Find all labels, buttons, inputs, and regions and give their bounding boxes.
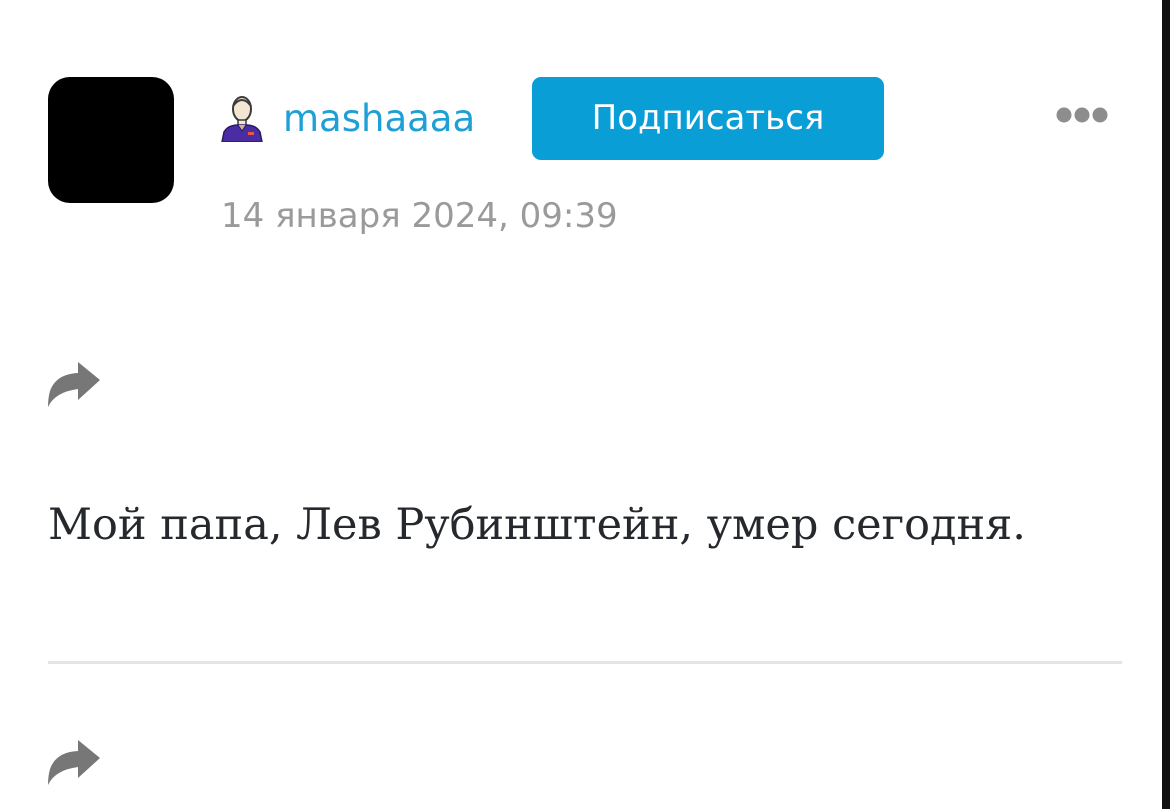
share-arrow-icon[interactable] (46, 738, 102, 786)
divider (48, 661, 1122, 664)
window-edge (1162, 0, 1170, 809)
post-text: Мой папа, Лев Рубинштейн, умер сегодня. (48, 500, 1026, 550)
more-options-icon[interactable] (1052, 102, 1112, 128)
username-link[interactable]: mashaaaa (283, 94, 475, 144)
post-timestamp: 14 января 2024, 09:39 (221, 196, 618, 236)
subscribe-button[interactable]: Подписаться (532, 77, 884, 160)
share-arrow-icon[interactable] (46, 360, 102, 408)
person-icon (221, 96, 263, 142)
avatar[interactable] (48, 77, 174, 203)
